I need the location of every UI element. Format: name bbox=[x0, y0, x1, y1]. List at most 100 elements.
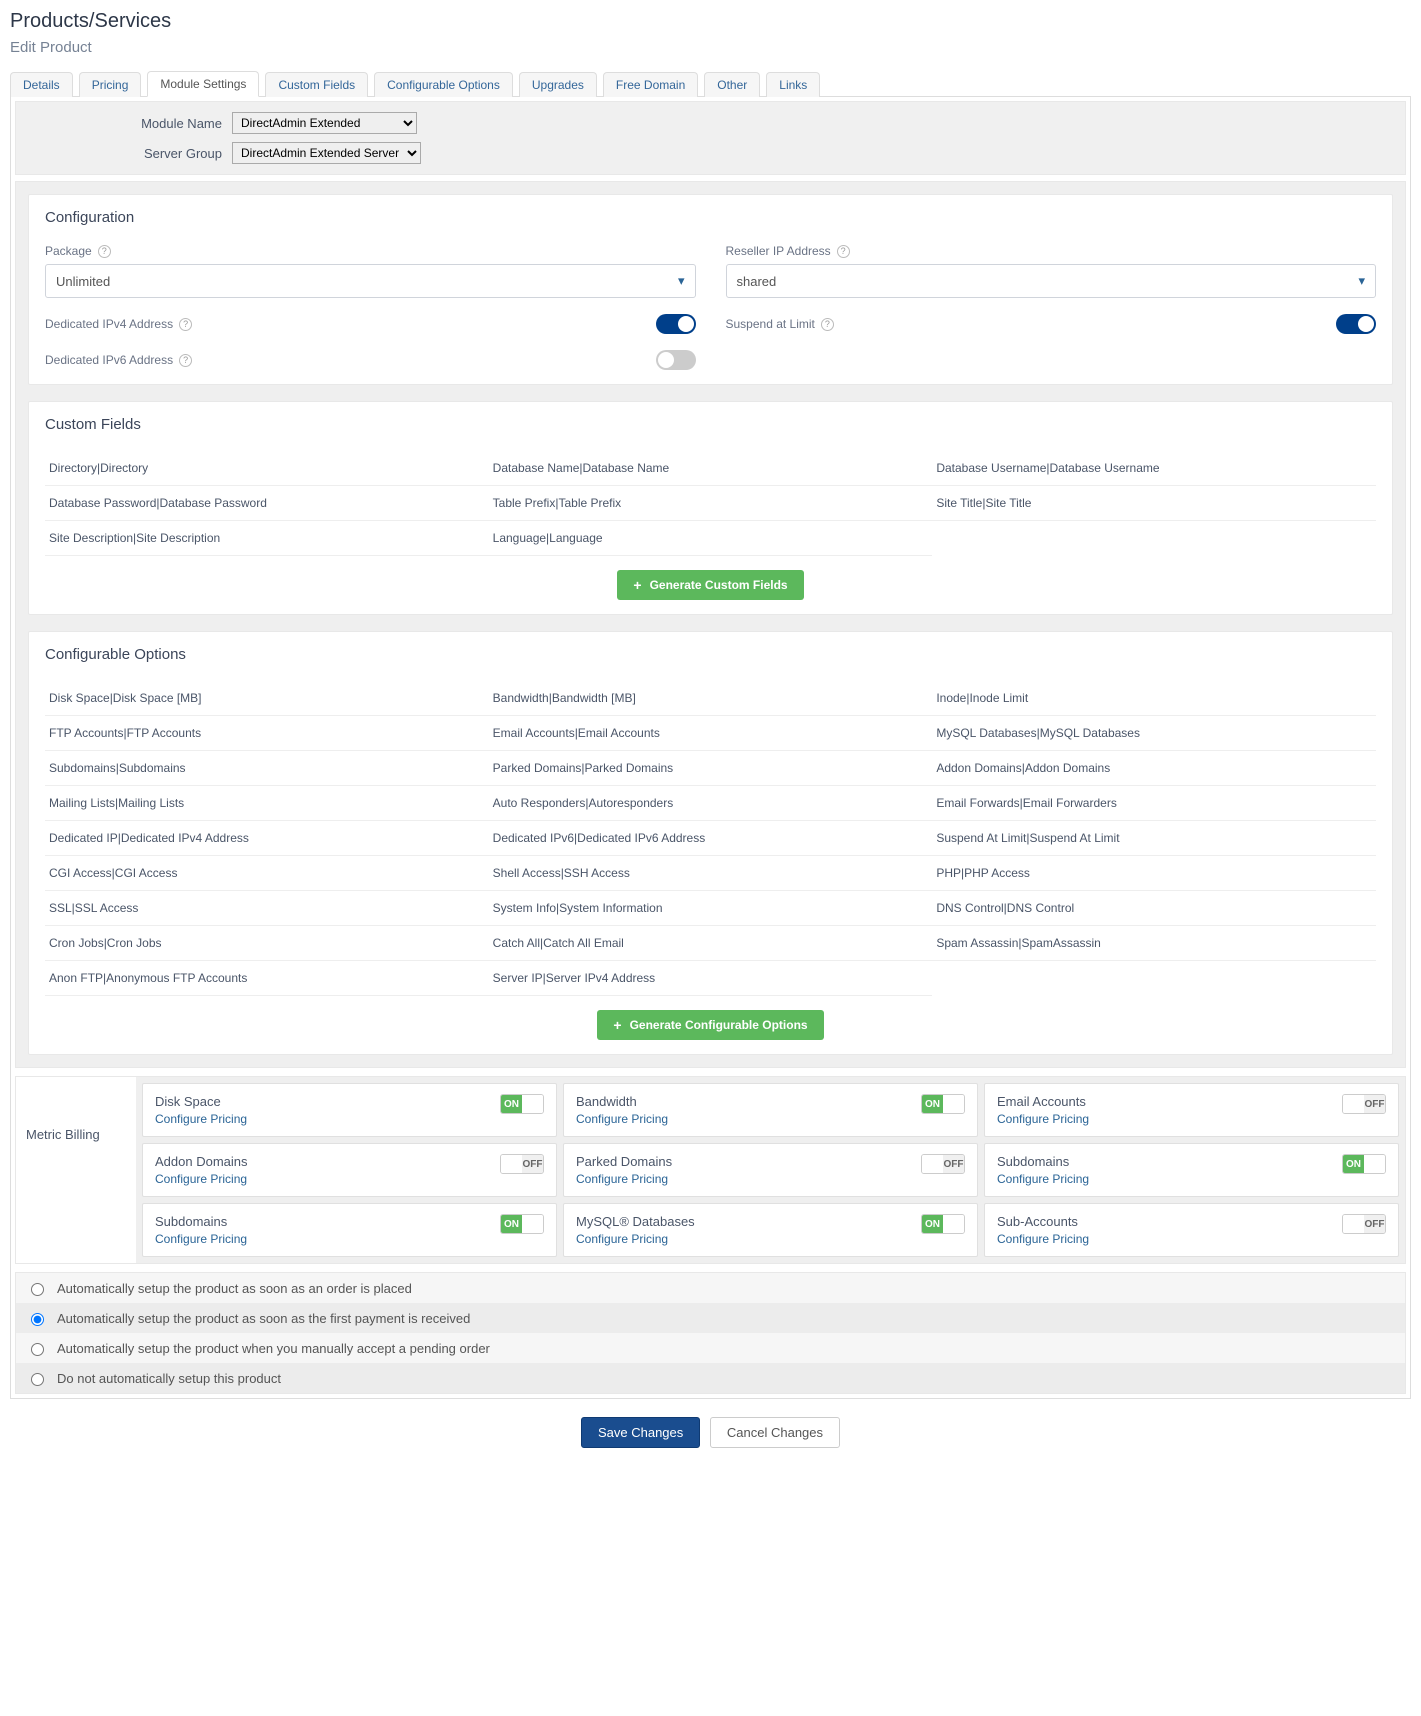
help-icon[interactable]: ? bbox=[837, 245, 850, 258]
auto-setup-radio[interactable] bbox=[31, 1343, 44, 1356]
plus-icon: + bbox=[633, 578, 641, 592]
auto-setup-option[interactable]: Automatically setup the product as soon … bbox=[16, 1273, 1405, 1303]
list-item: Anon FTP|Anonymous FTP Accounts bbox=[45, 961, 489, 996]
metric-card: SubdomainsConfigure PricingONOFF bbox=[984, 1143, 1399, 1197]
module-head: Module Name DirectAdmin Extended Server … bbox=[15, 101, 1406, 175]
metric-card: Bandwidth Configure Pricing ONOFF bbox=[563, 1083, 978, 1137]
generate-configurable-options-button[interactable]: + Generate Configurable Options bbox=[597, 1010, 823, 1040]
metric-card: Parked Domains Configure Pricing ONOFF bbox=[563, 1143, 978, 1197]
list-item: Mailing Lists|Mailing Lists bbox=[45, 786, 489, 821]
auto-setup-radio[interactable] bbox=[31, 1313, 44, 1326]
metric-toggle[interactable]: ONOFF bbox=[1342, 1154, 1386, 1174]
metric-name: MySQL® Databases bbox=[576, 1214, 695, 1229]
configure-pricing-link[interactable]: Configure Pricing bbox=[576, 1232, 695, 1246]
ipv6-toggle[interactable] bbox=[656, 350, 696, 370]
configure-pricing-link[interactable]: Configure Pricing bbox=[576, 1112, 668, 1126]
reseller-ip-select[interactable]: shared ▾ bbox=[726, 264, 1377, 298]
list-item: Site Title|Site Title bbox=[932, 486, 1376, 521]
metric-card: MySQL® Databases Configure Pricing ONOFF bbox=[563, 1203, 978, 1257]
metric-toggle[interactable]: ONOFF bbox=[500, 1214, 544, 1234]
metric-name: Bandwidth bbox=[576, 1094, 668, 1109]
save-button[interactable]: Save Changes bbox=[581, 1417, 700, 1448]
ipv4-toggle[interactable] bbox=[656, 314, 696, 334]
list-item: CGI Access|CGI Access bbox=[45, 856, 489, 891]
list-item: Site Description|Site Description bbox=[45, 521, 489, 556]
suspend-label: Suspend at Limit ? bbox=[726, 317, 834, 331]
tab-module-settings[interactable]: Module Settings bbox=[147, 71, 259, 97]
auto-setup-option[interactable]: Do not automatically setup this product bbox=[16, 1363, 1405, 1393]
tab-configurable-options[interactable]: Configurable Options bbox=[374, 72, 513, 97]
tab-custom-fields[interactable]: Custom Fields bbox=[265, 72, 368, 97]
metric-card: Disk SpaceConfigure PricingONOFF bbox=[142, 1083, 557, 1137]
list-item: Inode|Inode Limit bbox=[932, 681, 1376, 716]
configurable-options-title: Configurable Options bbox=[45, 646, 1376, 663]
metric-name: Addon Domains bbox=[155, 1154, 248, 1169]
help-icon[interactable]: ? bbox=[98, 245, 111, 258]
list-item: PHP|PHP Access bbox=[932, 856, 1376, 891]
metric-toggle[interactable]: ONOFF bbox=[1342, 1214, 1386, 1234]
auto-setup-radio[interactable] bbox=[31, 1373, 44, 1386]
tab-bar: DetailsPricingModule SettingsCustom Fiel… bbox=[10, 70, 1411, 97]
help-icon[interactable]: ? bbox=[821, 318, 834, 331]
list-item: MySQL Databases|MySQL Databases bbox=[932, 716, 1376, 751]
metric-toggle[interactable]: ONOFF bbox=[921, 1214, 965, 1234]
server-group-label: Server Group bbox=[22, 146, 222, 161]
auto-setup-label: Automatically setup the product as soon … bbox=[57, 1281, 412, 1296]
auto-setup-option[interactable]: Automatically setup the product when you… bbox=[16, 1333, 1405, 1363]
metric-toggle[interactable]: ONOFF bbox=[921, 1094, 965, 1114]
configure-pricing-link[interactable]: Configure Pricing bbox=[155, 1172, 248, 1186]
custom-fields-list: Directory|DirectoryDatabase Name|Databas… bbox=[45, 451, 1376, 556]
package-select[interactable]: Unlimited ▾ bbox=[45, 264, 696, 298]
tab-free-domain[interactable]: Free Domain bbox=[603, 72, 698, 97]
metric-billing-section: Metric Billing Disk SpaceConfigure Prici… bbox=[15, 1076, 1406, 1264]
ipv6-label: Dedicated IPv6 Address ? bbox=[45, 353, 192, 367]
list-item: Database Username|Database Username bbox=[932, 451, 1376, 486]
auto-setup-label: Do not automatically setup this product bbox=[57, 1371, 281, 1386]
tab-details[interactable]: Details bbox=[10, 72, 73, 97]
metric-toggle[interactable]: ONOFF bbox=[500, 1094, 544, 1114]
help-icon[interactable]: ? bbox=[179, 318, 192, 331]
list-item: Email Forwards|Email Forwarders bbox=[932, 786, 1376, 821]
generate-custom-fields-button[interactable]: + Generate Custom Fields bbox=[617, 570, 803, 600]
list-item: Parked Domains|Parked Domains bbox=[489, 751, 933, 786]
list-item: SSL|SSL Access bbox=[45, 891, 489, 926]
configure-pricing-link[interactable]: Configure Pricing bbox=[997, 1172, 1089, 1186]
custom-fields-title: Custom Fields bbox=[45, 416, 1376, 433]
module-panel: Module Name DirectAdmin Extended Server … bbox=[10, 97, 1411, 1399]
configure-pricing-link[interactable]: Configure Pricing bbox=[997, 1112, 1089, 1126]
footer-actions: Save Changes Cancel Changes bbox=[10, 1417, 1411, 1448]
list-item: Dedicated IPv6|Dedicated IPv6 Address bbox=[489, 821, 933, 856]
list-item: Suspend At Limit|Suspend At Limit bbox=[932, 821, 1376, 856]
list-item: Shell Access|SSH Access bbox=[489, 856, 933, 891]
configurable-options-list: Disk Space|Disk Space [MB]Bandwidth|Band… bbox=[45, 681, 1376, 996]
tab-pricing[interactable]: Pricing bbox=[79, 72, 142, 97]
chevron-down-icon: ▾ bbox=[1358, 273, 1365, 289]
list-item: Subdomains|Subdomains bbox=[45, 751, 489, 786]
list-item: Bandwidth|Bandwidth [MB] bbox=[489, 681, 933, 716]
module-name-select[interactable]: DirectAdmin Extended bbox=[232, 112, 417, 134]
tab-links[interactable]: Links bbox=[766, 72, 820, 97]
list-item: Spam Assassin|SpamAssassin bbox=[932, 926, 1376, 961]
auto-setup-option[interactable]: Automatically setup the product as soon … bbox=[16, 1303, 1405, 1333]
metric-toggle[interactable]: ONOFF bbox=[500, 1154, 544, 1174]
tab-other[interactable]: Other bbox=[704, 72, 760, 97]
configure-pricing-link[interactable]: Configure Pricing bbox=[576, 1172, 672, 1186]
help-icon[interactable]: ? bbox=[179, 354, 192, 367]
metric-toggle[interactable]: ONOFF bbox=[1342, 1094, 1386, 1114]
server-group-select[interactable]: DirectAdmin Extended Server bbox=[232, 142, 421, 164]
cancel-button[interactable]: Cancel Changes bbox=[710, 1417, 840, 1448]
metric-billing-label: Metric Billing bbox=[16, 1077, 136, 1263]
metric-name: Parked Domains bbox=[576, 1154, 672, 1169]
list-item: Addon Domains|Addon Domains bbox=[932, 751, 1376, 786]
configure-pricing-link[interactable]: Configure Pricing bbox=[155, 1232, 247, 1246]
auto-setup-radio[interactable] bbox=[31, 1283, 44, 1296]
configure-pricing-link[interactable]: Configure Pricing bbox=[997, 1232, 1089, 1246]
configure-pricing-link[interactable]: Configure Pricing bbox=[155, 1112, 247, 1126]
tab-upgrades[interactable]: Upgrades bbox=[519, 72, 597, 97]
reseller-ip-label: Reseller IP Address ? bbox=[726, 244, 1377, 258]
list-item: Auto Responders|Autoresponders bbox=[489, 786, 933, 821]
suspend-toggle[interactable] bbox=[1336, 314, 1376, 334]
package-label: Package ? bbox=[45, 244, 696, 258]
metric-toggle[interactable]: ONOFF bbox=[921, 1154, 965, 1174]
page-title: Products/Services bbox=[10, 10, 1411, 33]
